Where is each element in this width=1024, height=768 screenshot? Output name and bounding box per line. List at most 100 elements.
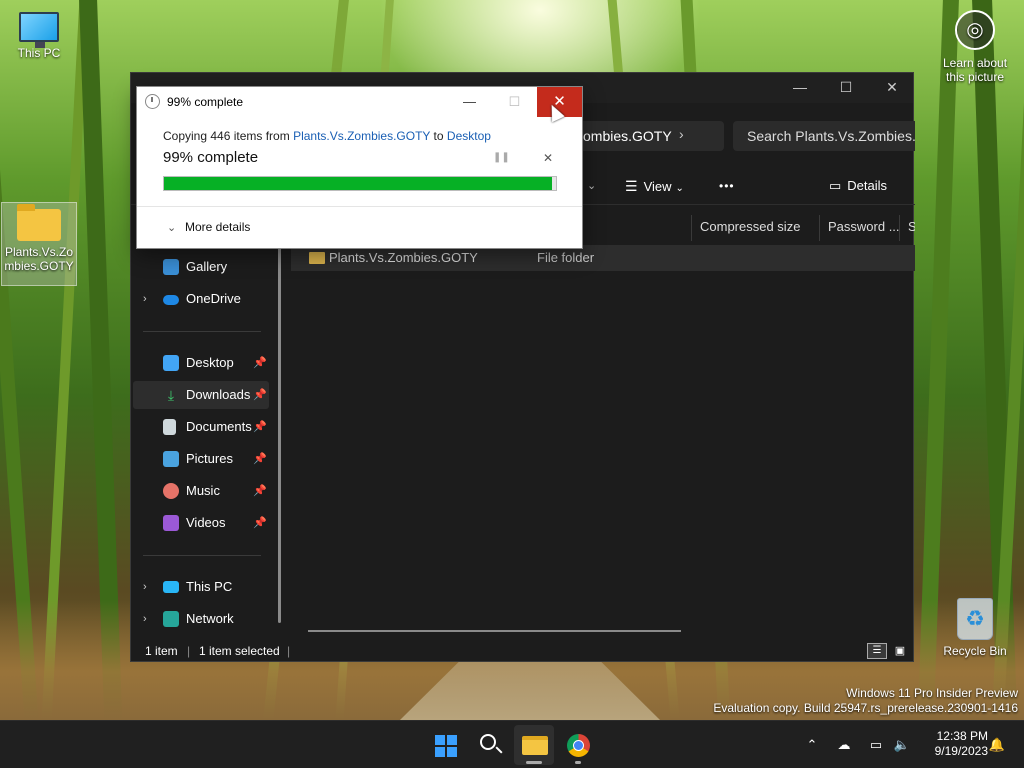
clock[interactable]: 12:38 PM 9/19/2023 (918, 729, 988, 759)
destination-link[interactable]: Desktop (447, 129, 491, 143)
cloud-icon (163, 295, 179, 305)
address-crumb[interactable]: zombies.GOTY (576, 128, 672, 144)
column-header-compressed-size[interactable]: Compressed size (691, 215, 819, 241)
nav-item-onedrive[interactable]: › OneDrive (133, 285, 269, 313)
nav-item-music[interactable]: Music 📌 (133, 477, 269, 505)
chevron-right-icon[interactable]: › (143, 573, 147, 601)
nav-item-desktop[interactable]: Desktop 📌 (133, 349, 269, 377)
pin-icon[interactable]: 📌 (253, 477, 267, 505)
status-divider: | (287, 644, 291, 658)
minimize-button[interactable]: — (777, 73, 823, 103)
nav-item-documents[interactable]: Documents 📌 (133, 413, 269, 441)
nav-item-pictures[interactable]: Pictures 📌 (133, 445, 269, 473)
pin-icon[interactable]: 📌 (253, 445, 267, 473)
desktop-icon-this-pc[interactable]: This PC (0, 12, 78, 60)
status-bar: 1 item | 1 item selected | ☰ ▣ (131, 639, 915, 663)
nav-item-network[interactable]: › Network (133, 605, 269, 633)
nav-item-videos[interactable]: Videos 📌 (133, 509, 269, 537)
evaluation-watermark: Windows 11 Pro Insider Preview Evaluatio… (713, 686, 1018, 716)
tiles-view-icon[interactable]: ▣ (891, 643, 909, 659)
more-options-button[interactable]: ••• (719, 169, 735, 205)
nav-item-gallery[interactable]: Gallery (133, 253, 269, 281)
clock-time: 12:38 PM (936, 729, 988, 743)
pin-icon[interactable]: 📌 (253, 349, 267, 377)
desc-prefix: Copying 446 items from (163, 129, 294, 143)
nav-label: This PC (186, 579, 233, 594)
pause-icon[interactable]: ❚❚ (493, 151, 510, 165)
chevron-right-icon[interactable]: › (143, 605, 147, 633)
desktop-icon-label: Recycle Bin (943, 644, 1007, 658)
desktop-icon (163, 355, 179, 371)
maximize-button[interactable]: ☐ (492, 87, 537, 117)
copy-progress-dialog: 99% complete — ☐ ✕ Copying 446 items fro… (136, 86, 583, 249)
details-pane-button[interactable]: ▭ Details (829, 169, 887, 205)
chrome-button[interactable] (558, 725, 598, 765)
learn-about-label: Learn about this picture (942, 56, 1008, 84)
folder-icon (17, 204, 61, 241)
onedrive-tray-icon[interactable]: ☁ (832, 721, 856, 768)
desktop-icon-folder[interactable]: Plants.Vs.Zombies.GOTY (1, 202, 77, 286)
monitor-icon (19, 12, 59, 48)
source-link[interactable]: Plants.Vs.Zombies.GOTY (293, 129, 430, 143)
start-button[interactable] (426, 725, 466, 765)
details-label: Details (847, 178, 888, 193)
status-divider: | (187, 644, 191, 658)
search-placeholder: Search Plants.Vs.Zombies.G (747, 128, 915, 144)
document-icon (163, 419, 176, 435)
pin-icon[interactable]: 📌 (253, 509, 267, 537)
more-details-toggle[interactable]: ⌄ More details (167, 220, 250, 234)
progress-fill (164, 177, 553, 190)
desc-middle: to (430, 129, 447, 143)
running-indicator (526, 761, 542, 764)
search-box[interactable]: Search Plants.Vs.Zombies.G (733, 121, 915, 151)
view-label: View (643, 179, 672, 194)
nav-label: Pictures (186, 451, 233, 466)
file-explorer-button[interactable] (514, 725, 554, 765)
desktop-icon-label: This PC (17, 46, 61, 60)
view-button[interactable]: ☰ View ⌄ (625, 169, 684, 205)
pin-icon[interactable]: 📌 (253, 413, 267, 441)
video-icon (163, 515, 179, 531)
display-icon[interactable]: ▭ (864, 721, 888, 768)
cancel-icon[interactable]: ✕ (541, 151, 555, 165)
download-icon: ⤓ (167, 387, 175, 403)
nav-item-this-pc[interactable]: › This PC (133, 573, 269, 601)
more-details-label: More details (185, 220, 251, 234)
chrome-icon (567, 734, 590, 757)
minimize-button[interactable]: — (447, 87, 492, 117)
details-view-icon[interactable]: ☰ (867, 643, 887, 659)
learn-about-picture[interactable]: ◎ Learn about this picture (940, 10, 1010, 84)
column-header-size[interactable]: Si (899, 215, 915, 241)
chevron-right-icon[interactable]: › (143, 285, 147, 313)
pin-icon[interactable]: 📌 (253, 381, 267, 409)
view-list-icon: ☰ (625, 178, 638, 194)
clock-icon (145, 94, 160, 109)
folder-icon (309, 252, 325, 264)
nav-divider (143, 331, 261, 332)
address-bar[interactable]: zombies.GOTY (576, 121, 724, 151)
maximize-button[interactable]: ☐ (823, 73, 869, 103)
network-icon (163, 611, 179, 627)
bell-icon[interactable]: 🔔 (986, 721, 1008, 768)
file-explorer-icon (522, 736, 548, 755)
chevron-right-icon[interactable]: › (679, 119, 684, 149)
volume-muted-icon[interactable]: 🔈 (890, 721, 914, 768)
details-pane-icon: ▭ (829, 178, 842, 193)
chevron-down-icon[interactable]: ⌄ (587, 169, 596, 205)
clock-date: 9/19/2023 (934, 744, 988, 758)
gallery-icon (163, 259, 179, 275)
nav-scrollbar[interactable] (278, 233, 281, 623)
search-button[interactable] (470, 725, 510, 765)
nav-item-downloads[interactable]: ⤓ Downloads 📌 (133, 381, 269, 409)
close-button[interactable]: ✕ (869, 73, 915, 103)
desktop-icon-recycle-bin[interactable]: ♻ Recycle Bin (936, 598, 1014, 658)
chevron-up-icon[interactable]: ⌃ (800, 721, 824, 768)
horizontal-scrollbar[interactable] (308, 630, 681, 632)
column-header-password[interactable]: Password ... (819, 215, 899, 241)
watermark-line: Evaluation copy. Build 25947.rs_prerelea… (713, 701, 1018, 715)
taskbar: ⌃ ☁ ▭ 🔈 12:38 PM 9/19/2023 🔔 (0, 720, 1024, 768)
nav-label: Music (186, 483, 220, 498)
running-indicator (575, 761, 581, 764)
percent-complete: 99% complete (163, 149, 259, 166)
chevron-down-icon: ⌄ (675, 183, 684, 194)
